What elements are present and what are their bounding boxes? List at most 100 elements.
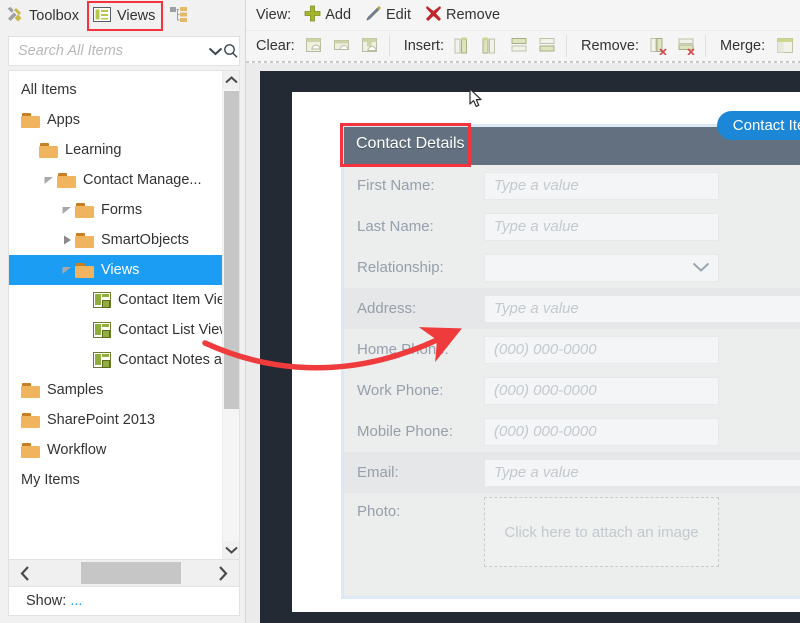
hscroll-track[interactable] <box>41 561 207 585</box>
remove-button[interactable]: Remove <box>418 2 507 28</box>
search-icon[interactable] <box>223 37 239 65</box>
view-icon <box>93 322 111 338</box>
add-button[interactable]: Add <box>297 2 358 28</box>
search-box[interactable] <box>8 36 240 66</box>
scroll-right-arrow[interactable] <box>207 561 239 585</box>
tree-item[interactable]: My Items <box>9 465 222 495</box>
field-input[interactable]: Type a value <box>484 295 800 323</box>
tab-views[interactable]: Views <box>87 1 163 31</box>
tree-item[interactable]: Forms <box>9 195 222 225</box>
tree-item[interactable]: All Items <box>9 75 222 105</box>
view-tab-pill[interactable]: Contact Item V <box>717 111 800 140</box>
form-row: Address:Type a value <box>344 288 800 329</box>
left-panel: Toolbox Views <box>0 0 245 623</box>
contact-details-form: Contact Details Contact Item V First Nam… <box>344 127 800 596</box>
photo-row: Photo:Click here to attach an image <box>344 493 800 567</box>
form-row: Last Name:Type a value <box>344 206 800 247</box>
field-input[interactable]: (000) 000-0000 <box>484 377 719 405</box>
insert-column-right-icon[interactable] <box>478 33 506 59</box>
field-label: First Name: <box>357 177 484 194</box>
photo-dropzone[interactable]: Click here to attach an image <box>484 497 719 567</box>
tree-list: All Items Apps Learning Contact Manage... Fo… <box>9 71 222 495</box>
tree-item-label: SmartObjects <box>101 232 197 248</box>
tree-indent-spacer <box>9 405 21 435</box>
panel-tabstrip: Toolbox Views <box>0 0 245 32</box>
tree-item[interactable]: Workflow <box>9 435 222 465</box>
scrollbar-thumb[interactable] <box>224 91 239 409</box>
tree-item-label: Learning <box>65 142 129 158</box>
field-placeholder: Type a value <box>494 300 579 317</box>
chevron-down-icon[interactable] <box>59 195 75 225</box>
tree-item[interactable]: SmartObjects <box>9 225 222 255</box>
folder-icon <box>21 383 40 398</box>
tree-scroll-viewport: All Items Apps Learning Contact Manage... Fo… <box>9 71 222 559</box>
tree-item-label: Forms <box>101 202 150 218</box>
scroll-up-arrow[interactable] <box>223 71 240 89</box>
pencil-icon <box>365 5 382 26</box>
folder-icon <box>21 113 40 128</box>
canvas-page: Contact Details Contact Item V First Nam… <box>292 92 800 612</box>
remove-row-icon[interactable] <box>673 33 701 59</box>
tree-indent-spacer <box>9 105 21 135</box>
hscrollbar-thumb[interactable] <box>81 562 181 584</box>
remove-group-label: Remove: <box>581 38 639 54</box>
edit-button-label: Edit <box>386 7 411 23</box>
edit-button[interactable]: Edit <box>358 2 418 28</box>
tree-item[interactable]: Views <box>9 255 222 285</box>
tree-indent-spacer <box>77 315 93 345</box>
scroll-left-arrow[interactable] <box>9 561 41 585</box>
search-input[interactable] <box>9 43 207 59</box>
tree-item-label: Samples <box>47 382 111 398</box>
field-placeholder: (000) 000-0000 <box>494 341 597 358</box>
show-value[interactable]: ... <box>70 593 82 609</box>
tab-hierarchy[interactable] <box>163 1 203 31</box>
tree-item-label: All Items <box>21 82 85 98</box>
chevron-down-icon[interactable] <box>207 37 223 65</box>
field-input[interactable]: Type a value <box>484 459 800 487</box>
form-header-bar: Contact Details Contact Item V <box>344 127 800 165</box>
merge-group-label: Merge: <box>720 38 765 54</box>
app-root: Toolbox Views <box>0 0 800 623</box>
merge-cells-icon[interactable] <box>771 33 799 59</box>
clear-cell-icon[interactable] <box>301 33 329 59</box>
clear-row-icon[interactable] <box>329 33 357 59</box>
chevron-right-icon[interactable] <box>59 225 75 255</box>
insert-row-below-icon[interactable] <box>534 33 562 59</box>
tree-item[interactable]: Contact Manage... <box>9 165 222 195</box>
show-label: Show: <box>26 593 66 609</box>
tree-item[interactable]: Apps <box>9 105 222 135</box>
tree-item[interactable]: Contact Item View <box>9 285 222 315</box>
tree-item[interactable]: Samples <box>9 375 222 405</box>
field-input[interactable]: Type a value <box>484 213 719 241</box>
chevron-down-icon[interactable] <box>41 165 57 195</box>
tree-vertical-scrollbar[interactable] <box>222 71 239 559</box>
clear-table-icon[interactable] <box>357 33 385 59</box>
field-input[interactable]: (000) 000-0000 <box>484 418 719 446</box>
scroll-down-arrow[interactable] <box>223 541 240 559</box>
field-input[interactable]: (000) 000-0000 <box>484 336 719 364</box>
folder-icon <box>75 233 94 248</box>
tree-item-label: Contact Item View <box>118 292 222 308</box>
tab-toolbox[interactable]: Toolbox <box>0 1 87 31</box>
chevron-down-icon[interactable] <box>692 260 710 277</box>
field-dropdown[interactable] <box>484 254 719 282</box>
tree-item[interactable]: Contact Notes an... <box>9 345 222 375</box>
chevron-down-icon[interactable] <box>59 255 75 285</box>
form-row: Mobile Phone:(000) 000-0000 <box>344 411 800 452</box>
remove-column-icon[interactable] <box>645 33 673 59</box>
tree-indent-spacer <box>9 375 21 405</box>
tree-item[interactable]: SharePoint 2013 <box>9 405 222 435</box>
insert-row-above-icon[interactable] <box>506 33 534 59</box>
tree-item[interactable]: Learning <box>9 135 222 165</box>
field-input[interactable]: Type a value <box>484 172 719 200</box>
insert-column-left-icon[interactable] <box>450 33 478 59</box>
tree-item-label: Contact Notes an... <box>118 352 222 368</box>
insert-group-label: Insert: <box>404 38 444 54</box>
tree-indent-spacer <box>77 345 93 375</box>
tree-item[interactable]: Contact List View <box>9 315 222 345</box>
views-icon <box>93 7 111 26</box>
view-icon <box>93 352 111 368</box>
view-container: Contact Details Contact Item V First Nam… <box>341 124 800 599</box>
tree-horizontal-scrollbar[interactable] <box>8 560 240 586</box>
folder-icon <box>21 413 40 428</box>
